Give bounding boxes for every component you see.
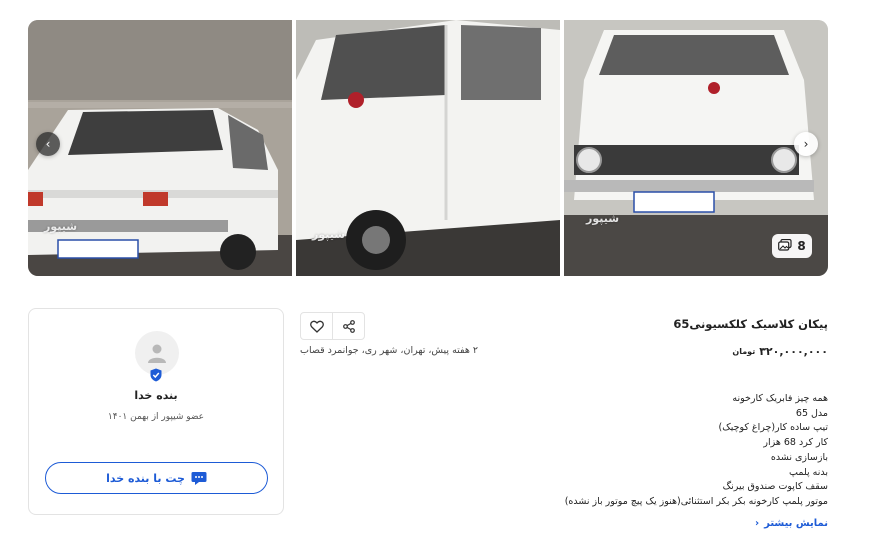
watermark-logo: شیپور — [586, 212, 620, 225]
chevron-left-icon: ‹ — [754, 518, 760, 529]
share-button[interactable] — [332, 313, 364, 339]
share-icon — [342, 319, 355, 333]
show-more-label: نمایش بیشتر — [764, 518, 828, 529]
photo-count-badge[interactable]: 8 — [772, 234, 812, 258]
description-line: سقف کاپوت صندوق بیرنگ — [722, 481, 828, 493]
watermark-logo: شیپور — [312, 228, 346, 241]
gallery-next-button[interactable]: › — [794, 132, 818, 156]
chevron-right-icon: › — [803, 137, 809, 151]
listing-price: ۳۲۰,۰۰۰,۰۰۰ تومان — [732, 345, 828, 358]
watermark-logo: شیپور — [44, 220, 78, 233]
listing-description: همه چیز فابریک کارخونه مدل 65 تیپ ساده ک… — [528, 392, 828, 510]
chat-button[interactable]: چت با بنده خدا — [45, 462, 268, 494]
description-line: کار کرد 68 هزار — [763, 437, 828, 449]
description-line: تیپ ساده کار(چراغ کوچیک) — [718, 422, 828, 434]
description-line: مدل 65 — [795, 407, 828, 419]
price-value: ۳۲۰,۰۰۰,۰۰۰ — [759, 345, 828, 358]
listing-title: پیکان کلاسیک کلکسیونی65 — [673, 317, 828, 331]
description-line: موتور پلمپ کارخونه بکر بکر استثنائی(هنوز… — [564, 495, 828, 507]
photo-count: 8 — [797, 239, 806, 253]
description-line: بدنه پلمپ — [789, 466, 828, 478]
photo-gallery: شیپور شیپور شیپور — [28, 20, 828, 276]
listing-meta: ۲ هفته پیش، تهران، شهر ری، جوانمرد قصاب — [300, 345, 478, 356]
chat-bubble-icon — [191, 471, 207, 485]
chevron-left-icon: ‹ — [45, 137, 51, 151]
car-photo-rear[interactable]: شیپور — [28, 20, 292, 276]
user-icon — [148, 344, 166, 363]
images-icon — [778, 238, 792, 254]
heart-icon — [309, 320, 324, 333]
description-line: بازسازی نشده — [770, 451, 828, 463]
seller-card: بنده خدا عضو شیپور از بهمن ۱۴۰۱ چت با بن… — [28, 308, 284, 515]
seller-name: بنده خدا — [134, 389, 178, 402]
description-line: همه چیز فابریک کارخونه — [732, 393, 828, 404]
shield-check-icon — [150, 368, 162, 382]
price-currency: تومان — [732, 347, 756, 356]
member-since: عضو شیپور از بهمن ۱۴۰۱ — [107, 412, 205, 422]
gallery-prev-button[interactable]: ‹ — [36, 132, 60, 156]
car-photo-side[interactable]: شیپور — [296, 20, 560, 276]
show-more-link[interactable]: نمایش بیشتر ‹ — [755, 518, 828, 529]
chat-label: چت با بنده خدا — [106, 471, 185, 485]
listing-actions — [300, 312, 365, 340]
car-rear-image — [28, 20, 292, 276]
favorite-button[interactable] — [301, 313, 332, 339]
